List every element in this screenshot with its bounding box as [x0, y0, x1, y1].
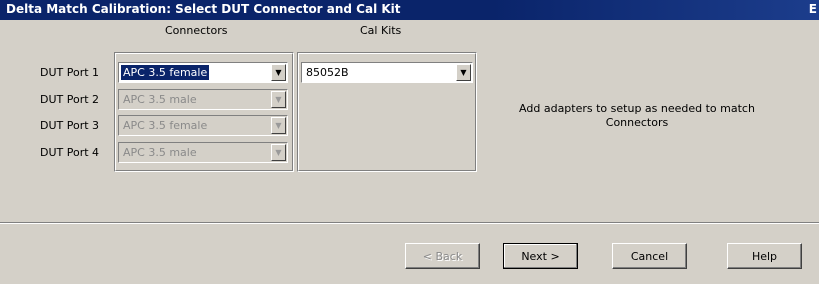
dut-port-3-connector-select: APC 3.5 female ▼ [118, 115, 288, 136]
dropdown-arrow-icon[interactable]: ▼ [456, 64, 471, 81]
dropdown-arrow-icon: ▼ [271, 117, 286, 134]
title-bar-overflow-text: E [808, 2, 817, 16]
dut-port-2-connector-select: APC 3.5 male ▼ [118, 89, 288, 110]
cal-kits-header: Cal Kits [360, 24, 402, 37]
title-bar[interactable]: Delta Match Calibration: Select DUT Conn… [0, 0, 819, 20]
cal-kit-select[interactable]: 85052B ▼ [301, 62, 473, 83]
next-button[interactable]: Next > [503, 243, 578, 269]
dut-port-3-label: DUT Port 3 [40, 119, 100, 132]
back-button: < Back [405, 243, 480, 269]
dut-port-1-connector-select[interactable]: APC 3.5 female ▼ [118, 62, 288, 83]
dut-port-2-connector-value: APC 3.5 male [123, 93, 197, 106]
window-title: Delta Match Calibration: Select DUT Conn… [6, 2, 401, 16]
cancel-button[interactable]: Cancel [612, 243, 687, 269]
dut-port-1-connector-value: APC 3.5 female [121, 65, 210, 80]
dut-port-4-label: DUT Port 4 [40, 146, 100, 159]
help-button[interactable]: Help [727, 243, 802, 269]
dut-port-3-connector-value: APC 3.5 female [123, 119, 208, 132]
dropdown-arrow-icon: ▼ [271, 144, 286, 161]
cal-kit-value: 85052B [306, 66, 349, 79]
separator-highlight [0, 223, 819, 224]
adapter-info-text: Add adapters to setup as needed to match… [519, 102, 755, 129]
dropdown-arrow-icon[interactable]: ▼ [271, 64, 286, 81]
dropdown-arrow-icon: ▼ [271, 91, 286, 108]
dut-port-1-label: DUT Port 1 [40, 66, 100, 79]
dut-port-4-connector-value: APC 3.5 male [123, 146, 197, 159]
dut-port-4-connector-select: APC 3.5 male ▼ [118, 142, 288, 163]
dut-port-2-label: DUT Port 2 [40, 93, 100, 106]
connectors-header: Connectors [165, 24, 228, 37]
